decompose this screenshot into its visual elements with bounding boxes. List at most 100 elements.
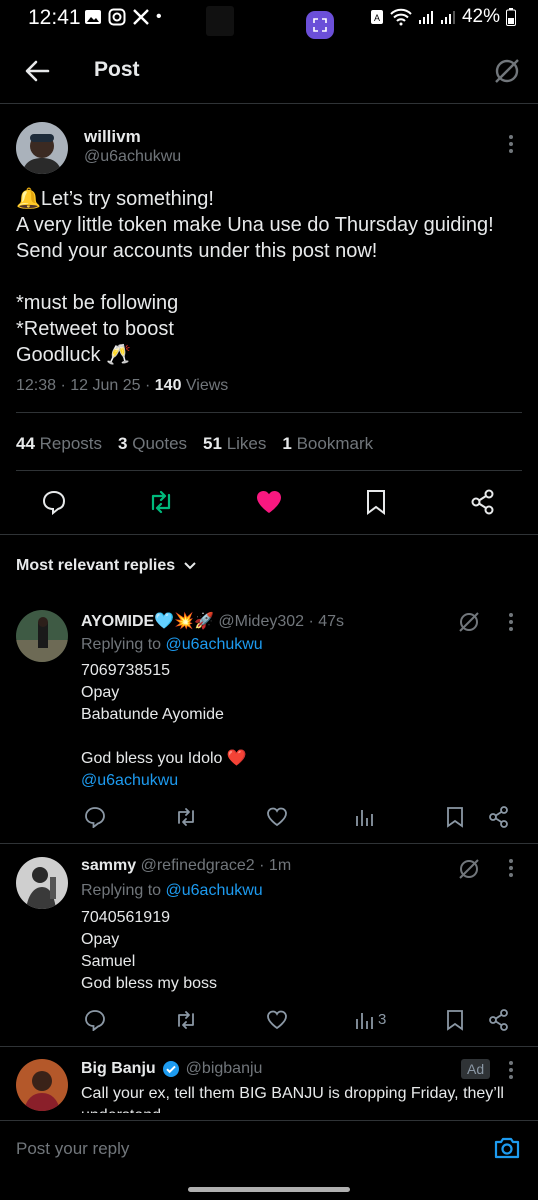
share-icon[interactable]	[470, 489, 496, 515]
reply-author-handle[interactable]: @refinedgrace2 · 1m	[141, 857, 292, 874]
back-arrow-icon[interactable]	[24, 58, 50, 84]
replying-to-link[interactable]: @u6achukwu	[166, 882, 263, 899]
like-icon[interactable]	[266, 1009, 288, 1031]
views-count: 3	[378, 1011, 387, 1028]
gesture-bar[interactable]	[188, 1187, 350, 1192]
quotes-label: Quotes	[132, 434, 188, 453]
grok-icon[interactable]	[492, 56, 522, 86]
replying-to: Replying to @u6achukwu	[81, 636, 263, 654]
replying-to: Replying to @u6achukwu	[81, 882, 263, 900]
status-time: 12:41	[28, 6, 81, 29]
reply-text: 7040561919 Opay Samuel God bless my boss	[81, 909, 218, 992]
replying-to-link[interactable]: @u6achukwu	[166, 636, 263, 653]
data-saver-icon: A	[370, 10, 383, 24]
more-options-icon[interactable]	[506, 612, 516, 632]
verified-badge-icon	[162, 1061, 179, 1077]
bookmarks-stat[interactable]: 1 Bookmark	[282, 434, 373, 454]
author-handle[interactable]: @u6achukwu	[84, 148, 181, 166]
battery-percent: 42%	[461, 6, 500, 27]
status-bar: 12:41 • A 42%	[0, 0, 538, 40]
reply-mention-link[interactable]: @u6achukwu	[81, 770, 178, 792]
reply-avatar[interactable]	[16, 610, 68, 662]
bookmark-icon[interactable]	[446, 806, 464, 828]
likes-count: 51	[203, 434, 222, 453]
share-icon[interactable]	[488, 1009, 510, 1031]
replies-sort-label: Most relevant replies	[16, 557, 176, 574]
more-options-icon[interactable]	[506, 134, 516, 154]
reply-header: sammy @refinedgrace2 · 1m	[81, 857, 291, 875]
reply-header: AYOMIDE🩵💥🚀 @Midey302 · 47s	[81, 611, 344, 631]
post-metadata: 12:38 · 12 Jun 25 · 140 Views	[16, 377, 228, 395]
reposts-count: 44	[16, 434, 35, 453]
reply-author-handle[interactable]: @Midey302 · 47s	[218, 613, 344, 630]
reply-icon[interactable]	[41, 489, 67, 515]
ad-post[interactable]: Big Banju @bigbanju Ad Call your ex, tel…	[0, 1047, 538, 1113]
reply-avatar[interactable]	[16, 857, 68, 909]
post-text: 🔔Let’s try something! A very little toke…	[16, 188, 494, 366]
svg-text:A: A	[374, 13, 380, 23]
bookmark-icon[interactable]	[365, 489, 387, 515]
likes-stat[interactable]: 51 Likes	[203, 434, 266, 454]
quotes-stat[interactable]: 3 Quotes	[118, 434, 187, 454]
repost-icon[interactable]	[174, 806, 198, 828]
reply-composer[interactable]: Post your reply	[0, 1120, 538, 1178]
more-notifications-dot: •	[156, 8, 162, 25]
divider	[16, 470, 522, 471]
top-app-bar: Post	[0, 42, 538, 104]
grok-icon[interactable]	[457, 610, 481, 634]
bookmark-icon[interactable]	[446, 1009, 464, 1031]
author-avatar[interactable]	[16, 122, 68, 174]
battery-icon	[506, 8, 516, 26]
system-icons: A 42%	[370, 6, 516, 28]
x-logo-icon	[133, 9, 149, 25]
chevron-down-icon	[184, 562, 196, 570]
ad-badge: Ad	[461, 1059, 491, 1079]
post-stats: 44 Reposts 3 Quotes 51 Likes 1 Bookmark	[16, 434, 373, 454]
ad-author-name[interactable]: Big Banju	[81, 1060, 156, 1078]
grok-icon[interactable]	[457, 857, 481, 881]
like-heart-icon[interactable]	[255, 489, 283, 515]
reply-icon[interactable]	[84, 1009, 106, 1031]
ad-header: Big Banju @bigbanju	[81, 1060, 262, 1078]
more-options-icon[interactable]	[506, 858, 516, 878]
screen-thumbnail	[206, 6, 234, 36]
like-icon[interactable]	[266, 806, 288, 828]
views-count[interactable]: 140	[155, 377, 182, 394]
ad-text: Call your ex, tell them BIG BANJU is dro…	[81, 1085, 504, 1113]
reply-text: 7069738515 Opay Babatunde Ayomide God bl…	[81, 662, 247, 767]
quotes-count: 3	[118, 434, 128, 453]
reply-author-name[interactable]: AYOMIDE🩵💥🚀	[81, 613, 214, 630]
reply-icon[interactable]	[84, 806, 106, 828]
views-icon[interactable]	[354, 806, 374, 828]
replies-sort-dropdown[interactable]: Most relevant replies	[16, 557, 197, 575]
reply-action-bar: 3	[0, 1009, 538, 1033]
reposts-label: Reposts	[39, 434, 103, 453]
likes-label: Likes	[226, 434, 267, 453]
share-icon[interactable]	[488, 806, 510, 828]
replying-to-label: Replying to	[81, 636, 166, 653]
page-title: Post	[94, 58, 140, 81]
ad-author-handle[interactable]: @bigbanju	[186, 1060, 263, 1078]
reposts-stat[interactable]: 44 Reposts	[16, 434, 102, 454]
notification-icons: •	[84, 8, 162, 26]
ad-avatar[interactable]	[16, 1059, 68, 1111]
bookmarks-label: Bookmark	[296, 434, 374, 453]
reply-author-name[interactable]: sammy	[81, 857, 136, 874]
signal-icon	[418, 11, 433, 24]
signal-icon-2	[440, 11, 455, 24]
divider	[0, 843, 538, 844]
camera-icon[interactable]	[493, 1135, 521, 1161]
divider	[16, 412, 522, 413]
replying-to-label: Replying to	[81, 882, 166, 899]
more-options-icon[interactable]	[506, 1060, 516, 1080]
bookmarks-count: 1	[282, 434, 292, 453]
repost-icon[interactable]	[174, 1009, 198, 1031]
views-icon[interactable]	[354, 1009, 374, 1031]
views-label: Views	[181, 377, 229, 394]
repost-icon[interactable]	[147, 489, 175, 515]
author-name[interactable]: willivm	[84, 127, 141, 147]
reply-input[interactable]: Post your reply	[16, 1139, 129, 1159]
wifi-icon	[390, 8, 412, 26]
instagram-icon	[108, 8, 126, 26]
screenshot-app-icon[interactable]	[306, 11, 334, 39]
